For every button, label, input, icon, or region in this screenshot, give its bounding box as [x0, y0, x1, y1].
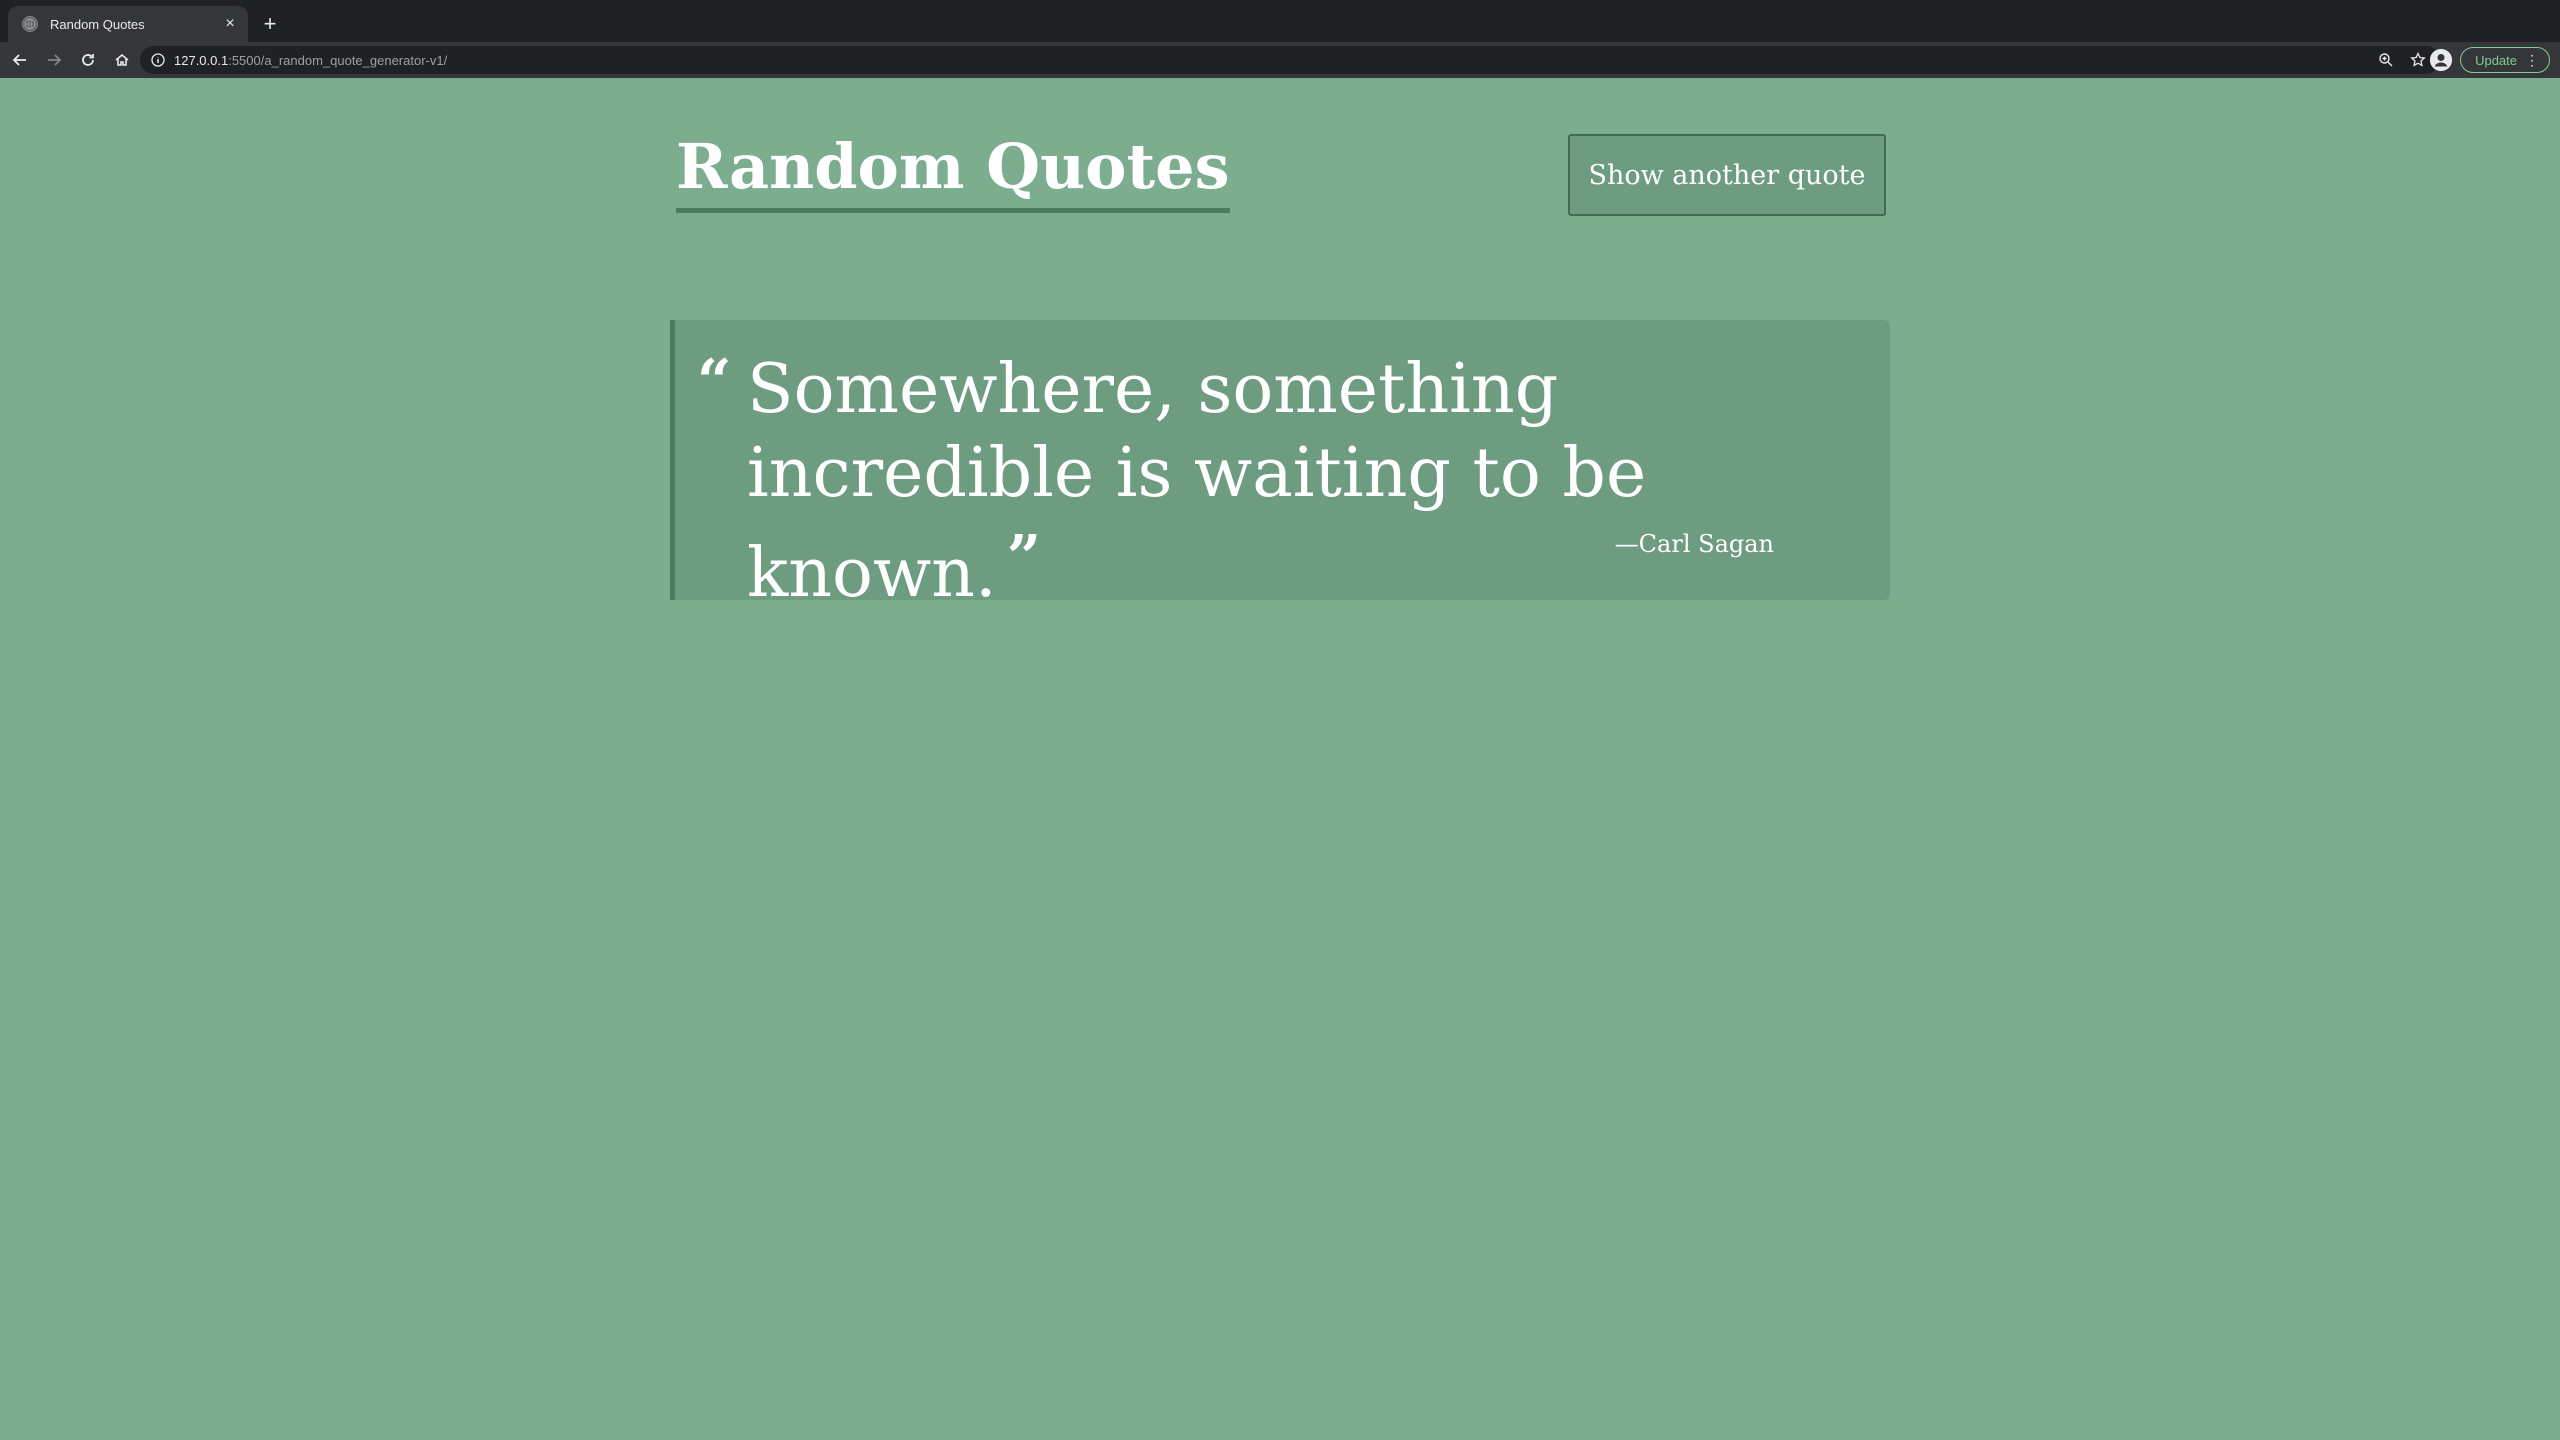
home-button[interactable]: [108, 46, 136, 74]
arrow-left-icon: [12, 54, 26, 66]
quote-text-block: Somewhere, something incredible is waiti…: [747, 348, 1847, 616]
url-text: 127.0.0.1:5500/a_random_quote_generator-…: [174, 53, 447, 68]
close-tab-icon[interactable]: ×: [220, 14, 240, 34]
address-bar-actions: [2378, 46, 2426, 74]
browser-chrome: Random Quotes × + 127.0.0.1:5500/a_rando…: [0, 0, 2560, 78]
globe-icon: [22, 16, 38, 32]
reload-icon: [82, 54, 94, 66]
show-another-quote-button[interactable]: Show another quote: [1568, 134, 1886, 216]
bookmark-star-icon[interactable]: [2410, 52, 2426, 68]
close-quote-mark: ”: [1006, 523, 1042, 593]
page-content: Random Quotes Show another quote “ Somew…: [0, 78, 2560, 1440]
profile-avatar-icon[interactable]: [2430, 49, 2453, 71]
home-icon: [115, 53, 129, 66]
quote-text: Somewhere, something incredible is waiti…: [747, 350, 1647, 613]
quote-box: “ Somewhere, something incredible is wai…: [670, 320, 1890, 613]
zoom-icon[interactable]: [2378, 52, 2394, 68]
update-label: Update: [2475, 52, 2517, 68]
page-title: Random Quotes: [676, 136, 1230, 213]
browser-toolbar: 127.0.0.1:5500/a_random_quote_generator-…: [0, 42, 2560, 78]
tab-strip: Random Quotes × +: [0, 0, 2560, 42]
toolbar-right: Update ⋮: [2430, 46, 2550, 74]
tab-random-quotes[interactable]: Random Quotes ×: [8, 6, 248, 42]
arrow-right-icon: [48, 54, 62, 66]
new-tab-button[interactable]: +: [258, 12, 282, 36]
reload-button[interactable]: [74, 46, 102, 74]
quote-author: —Carl Sagan: [1614, 530, 1774, 558]
url-host: 127.0.0.1: [174, 52, 229, 68]
update-button[interactable]: Update ⋮: [2460, 47, 2550, 73]
address-bar[interactable]: 127.0.0.1:5500/a_random_quote_generator-…: [140, 46, 2440, 74]
open-quote-mark: “: [697, 347, 732, 417]
url-path: :5500/a_random_quote_generator-v1/: [228, 52, 448, 68]
back-button[interactable]: [6, 46, 34, 74]
info-icon[interactable]: [150, 52, 166, 68]
tab-title: Random Quotes: [50, 16, 145, 32]
forward-button[interactable]: [40, 46, 68, 74]
more-menu-icon[interactable]: ⋮: [2525, 52, 2539, 69]
